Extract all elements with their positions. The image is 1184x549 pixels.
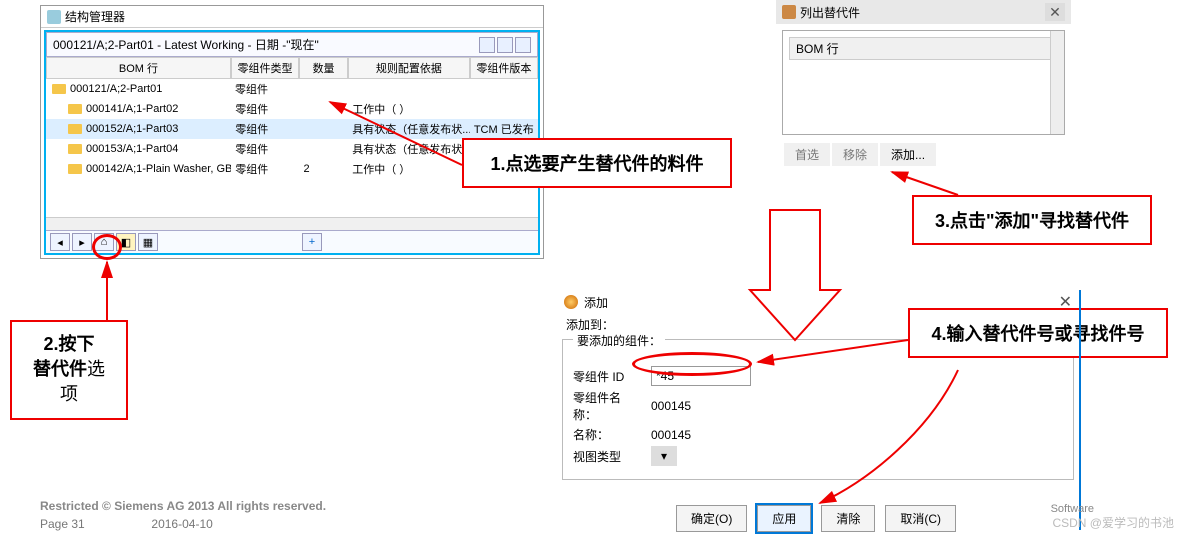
view-icon-3[interactable] [515, 37, 531, 53]
row-name: 名称： 000145 [573, 426, 1063, 443]
col-ver[interactable]: 零组件版本 [470, 57, 538, 79]
comp-id-input[interactable] [651, 366, 751, 386]
folder-icon [52, 84, 66, 94]
footer-page: Page 31 [40, 517, 85, 531]
cell-type: 零组件 [231, 120, 299, 138]
cell-qty [299, 108, 348, 110]
cell-rule: 具有状态（任意发布状... [348, 120, 470, 138]
annotation-4: 4.输入替代件号或寻找件号 [908, 308, 1168, 358]
apply-button[interactable]: 应用 [757, 505, 811, 532]
row-view-type: 视图类型 ▾ [573, 446, 1063, 466]
folder-icon [68, 124, 82, 134]
cell-type: 零组件 [231, 160, 299, 178]
v-scrollbar[interactable] [1050, 31, 1064, 134]
footer: Restricted © Siemens AG 2013 All rights … [40, 499, 326, 531]
sub-list-header[interactable]: BOM 行 [789, 37, 1058, 60]
row-comp-id: 零组件 ID [573, 366, 1063, 386]
cell-type: 零组件 [231, 100, 299, 118]
close-icon[interactable]: ✕ [1045, 3, 1065, 21]
folder-icon [68, 144, 82, 154]
cell-qty [299, 128, 348, 130]
table-row[interactable]: 000121/A;2-Part01零组件 [46, 79, 538, 99]
cell-ver [470, 88, 538, 90]
view-icon-2[interactable] [497, 37, 513, 53]
col-bom[interactable]: BOM 行 [46, 57, 231, 79]
sub-btn-row: 首选 移除 添加... [776, 141, 1071, 168]
add-fieldset: 要添加的组件： 零组件 ID 零组件名称： 000145 名称： 000145 … [562, 339, 1074, 480]
footer-rights: Restricted © Siemens AG 2013 All rights … [40, 499, 326, 513]
remove-button[interactable]: 移除 [832, 143, 878, 166]
cell-rule: 工作中（ ） [348, 160, 470, 178]
tool-extra-icon[interactable]: ▦ [138, 233, 158, 251]
annotation-3: 3.点击"添加"寻找替代件 [912, 195, 1152, 245]
tool-nav-2[interactable]: ▸ [72, 233, 92, 251]
cell-type: 零组件 [231, 80, 299, 98]
add-dlg-title: 添加 [584, 294, 608, 311]
breadcrumb-row: 000121/A;2-Part01 - Latest Working - 日期 … [46, 32, 538, 57]
annotation-1: 1.点选要产生替代件的料件 [462, 138, 732, 188]
h-scrollbar[interactable] [46, 217, 538, 231]
cell-name: 000121/A;2-Part01 [46, 82, 231, 96]
col-rule[interactable]: 规则配置依据 [348, 57, 470, 79]
cell-qty [299, 88, 348, 90]
sub-panel-title: 列出替代件 [800, 4, 860, 21]
struct-app-icon [47, 10, 61, 24]
table-header: BOM 行 零组件类型 数量 规则配置依据 零组件版本 [46, 57, 538, 79]
name-value: 000145 [651, 428, 691, 442]
list-substitutes-panel: 列出替代件 ✕ BOM 行 首选 移除 添加... [776, 0, 1071, 168]
table-row[interactable]: 000152/A;1-Part03零组件 具有状态（任意发布状...TCM 已发布 [46, 119, 538, 139]
cell-ver: TCM 已发布 [470, 120, 538, 138]
struct-title: 结构管理器 [65, 8, 125, 25]
structure-manager-window: 结构管理器 000121/A;2-Part01 - Latest Working… [40, 5, 544, 259]
tool-substitute-icon[interactable]: ◧ [116, 233, 136, 251]
annotation-2: 2.按下 替代件选项 [10, 320, 128, 420]
comp-id-label: 零组件 ID [573, 368, 643, 385]
fieldset-legend: 要添加的组件： [573, 332, 665, 349]
cancel-button[interactable]: 取消(C) [885, 505, 956, 532]
cell-rule: 工作中（ ） [348, 100, 470, 118]
sub-panel-icon [782, 5, 796, 19]
row-comp-name: 零组件名称： 000145 [573, 389, 1063, 423]
footer-date: 2016-04-10 [151, 517, 212, 531]
folder-icon [68, 164, 82, 174]
cell-name: 000152/A;1-Part03 [46, 122, 231, 136]
cell-name: 000153/A;1-Part04 [46, 142, 231, 156]
bottom-toolbar: ◂ ▸ ⌂ ◧ ▦ + [46, 230, 538, 253]
cell-name: 000141/A;1-Part02 [46, 102, 231, 116]
cell-name: 000142/A;1-Plain Washer, GB x 2 [46, 162, 231, 176]
clear-button[interactable]: 清除 [821, 505, 875, 532]
view-type-label: 视图类型 [573, 448, 643, 465]
struct-titlebar: 结构管理器 [41, 6, 543, 28]
view-icon-1[interactable] [479, 37, 495, 53]
add-button[interactable]: 添加... [880, 143, 936, 166]
software-tag: Software [1051, 503, 1094, 515]
cell-qty: 2 [299, 162, 348, 176]
cell-type: 零组件 [231, 140, 299, 158]
tool-add-icon[interactable]: + [302, 233, 322, 251]
breadcrumb-path: 000121/A;2-Part01 - Latest Working - 日期 … [53, 36, 319, 53]
cell-rule: 具有状态（任意发布状... [348, 140, 470, 158]
comp-name-value: 000145 [651, 399, 691, 413]
name-label: 名称： [573, 426, 643, 443]
col-type[interactable]: 零组件类型 [231, 57, 299, 79]
pref-button[interactable]: 首选 [784, 143, 830, 166]
cell-qty [299, 148, 348, 150]
cell-rule [348, 88, 470, 90]
sub-panel-header: 列出替代件 ✕ [776, 0, 1071, 24]
sub-list-area: BOM 行 [782, 30, 1065, 135]
cell-ver [470, 108, 538, 110]
col-qty[interactable]: 数量 [299, 57, 348, 79]
table-row[interactable]: 000141/A;1-Part02零组件 工作中（ ） [46, 99, 538, 119]
tool-home-icon[interactable]: ⌂ [94, 233, 114, 251]
ok-button[interactable]: 确定(O) [676, 505, 747, 532]
comp-name-label: 零组件名称： [573, 389, 643, 423]
view-type-dropdown[interactable]: ▾ [651, 446, 677, 466]
tool-nav-1[interactable]: ◂ [50, 233, 70, 251]
dialog-button-row: 确定(O) 应用 清除 取消(C) [676, 505, 956, 532]
watermark: CSDN @爱学习的书池 [1052, 514, 1174, 531]
folder-icon [68, 104, 82, 114]
breadcrumb-tools [479, 37, 531, 53]
add-dlg-icon [564, 295, 578, 309]
